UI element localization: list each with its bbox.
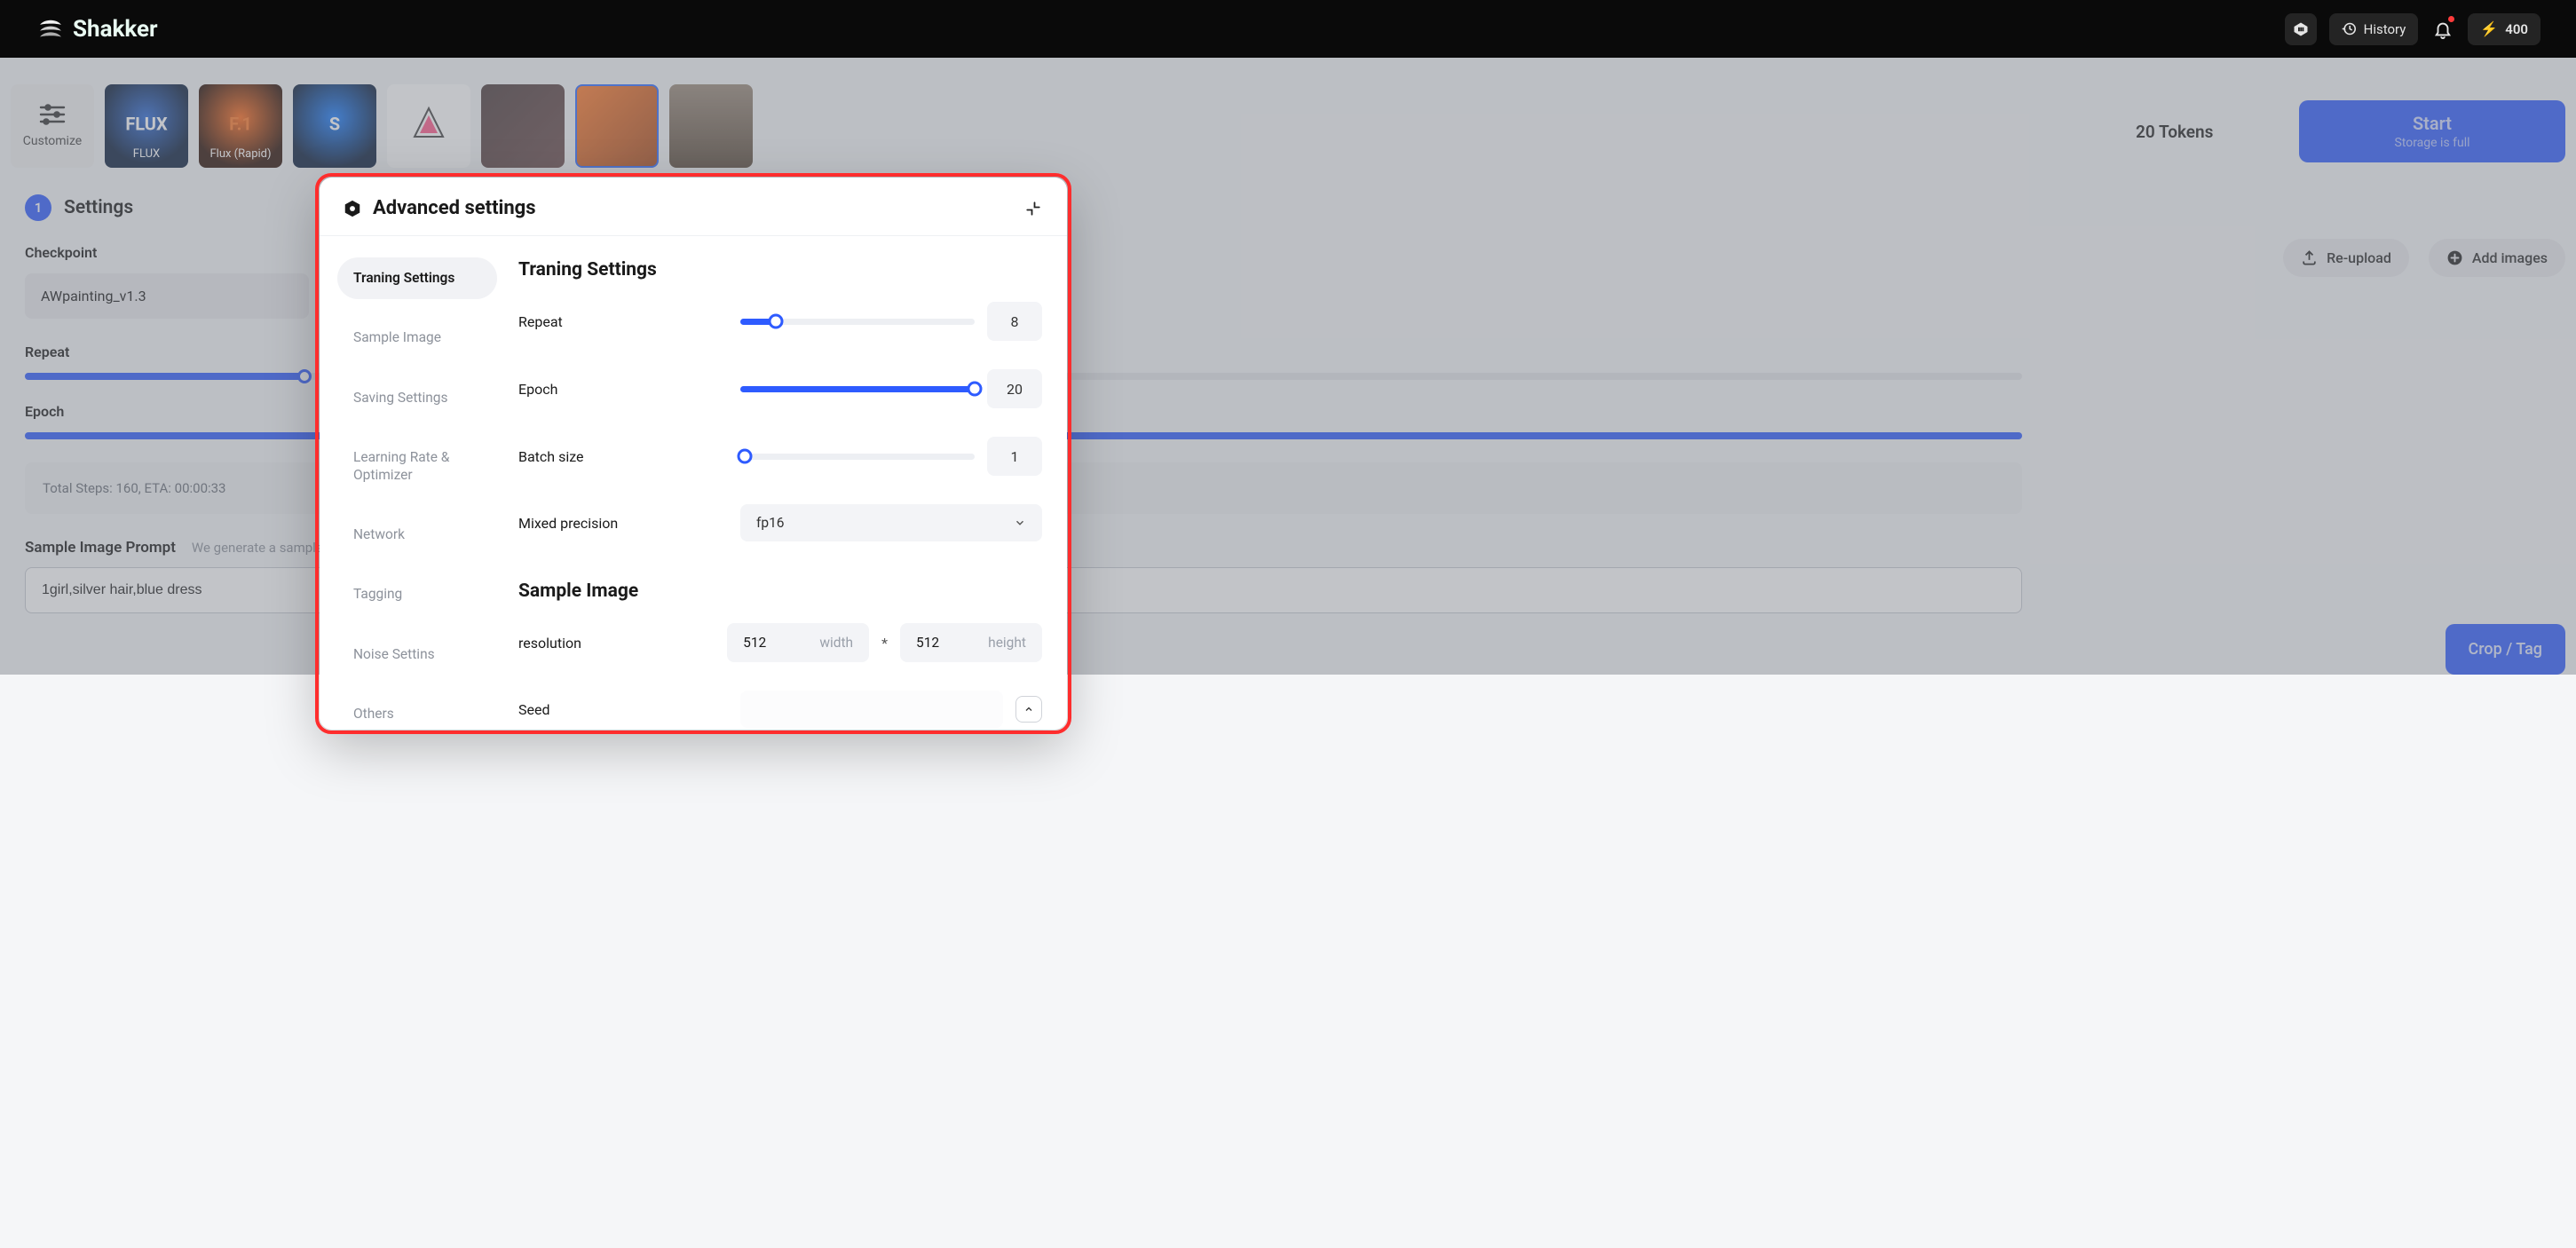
training-heading: Traning Settings	[518, 259, 1042, 280]
resolution-height-input[interactable]: 512 height	[900, 623, 1042, 662]
resolution-height-unit: height	[988, 635, 1026, 651]
credits-chip[interactable]: ⚡ 400	[2468, 13, 2540, 45]
nav-learning-rate[interactable]: Learning Rate & Optimizer	[337, 437, 497, 496]
collapse-button[interactable]	[1023, 198, 1044, 219]
repeat-value[interactable]: 8	[987, 302, 1042, 341]
resolution-separator: *	[881, 635, 888, 652]
resolution-width-input[interactable]: 512 width	[727, 623, 869, 662]
batch-slider[interactable]	[740, 454, 975, 460]
brand-logo[interactable]: Shakker	[36, 14, 158, 44]
history-icon	[2342, 21, 2357, 36]
collapse-icon	[1025, 201, 1041, 217]
epoch-value[interactable]: 20	[987, 369, 1042, 408]
logo-icon	[36, 14, 66, 44]
modal-title: Advanced settings	[373, 197, 536, 219]
advanced-settings-modal: Advanced settings Traning Settings Sampl…	[320, 178, 1067, 730]
repeat-slider[interactable]	[740, 319, 975, 325]
repeat-label: Repeat	[518, 313, 740, 330]
bell-icon	[2433, 20, 2453, 39]
chevron-up-icon	[1023, 704, 1034, 715]
history-button[interactable]: History	[2329, 13, 2419, 45]
nav-saving-settings[interactable]: Saving Settings	[337, 377, 497, 419]
nav-tagging[interactable]: Tagging	[337, 573, 497, 615]
bolt-icon: ⚡	[2480, 20, 2498, 37]
batch-label: Batch size	[518, 448, 740, 465]
sample-image-heading: Sample Image	[518, 581, 1042, 602]
resolution-width-unit: width	[819, 635, 853, 651]
epoch-label: Epoch	[518, 381, 740, 398]
epoch-slider[interactable]	[740, 386, 975, 392]
mixed-precision-value: fp16	[756, 515, 785, 531]
nav-noise-settings[interactable]: Noise Settins	[337, 634, 497, 675]
nav-others[interactable]: Others	[337, 693, 497, 730]
apps-button[interactable]	[2285, 13, 2317, 45]
modal-content: Traning Settings Repeat 8 Epoch	[497, 236, 1067, 730]
resolution-width-value: 512	[743, 635, 766, 651]
notifications-button[interactable]	[2430, 17, 2455, 42]
gear-icon	[343, 199, 362, 218]
nav-network[interactable]: Network	[337, 514, 497, 556]
credits-value: 400	[2505, 21, 2528, 37]
brand-name: Shakker	[73, 16, 158, 43]
page-body: Customize FLUXFLUX F.1Flux (Rapid) S 1 S…	[0, 58, 2576, 675]
resolution-label: resolution	[518, 635, 727, 652]
mixed-precision-select[interactable]: fp16	[740, 504, 1042, 541]
nav-training-settings[interactable]: Traning Settings	[337, 257, 497, 299]
batch-value[interactable]: 1	[987, 437, 1042, 476]
top-nav: Shakker History ⚡ 400	[0, 0, 2576, 58]
chevron-down-icon	[1014, 517, 1026, 529]
seed-stepper-up[interactable]	[1015, 696, 1042, 723]
modal-nav: Traning Settings Sample Image Saving Set…	[320, 236, 497, 730]
nav-sample-image[interactable]: Sample Image	[337, 317, 497, 359]
resolution-height-value: 512	[916, 635, 939, 651]
mixed-precision-label: Mixed precision	[518, 515, 740, 532]
history-label: History	[2364, 21, 2406, 37]
seed-input[interactable]	[740, 691, 1003, 728]
seed-label: Seed	[518, 701, 740, 718]
